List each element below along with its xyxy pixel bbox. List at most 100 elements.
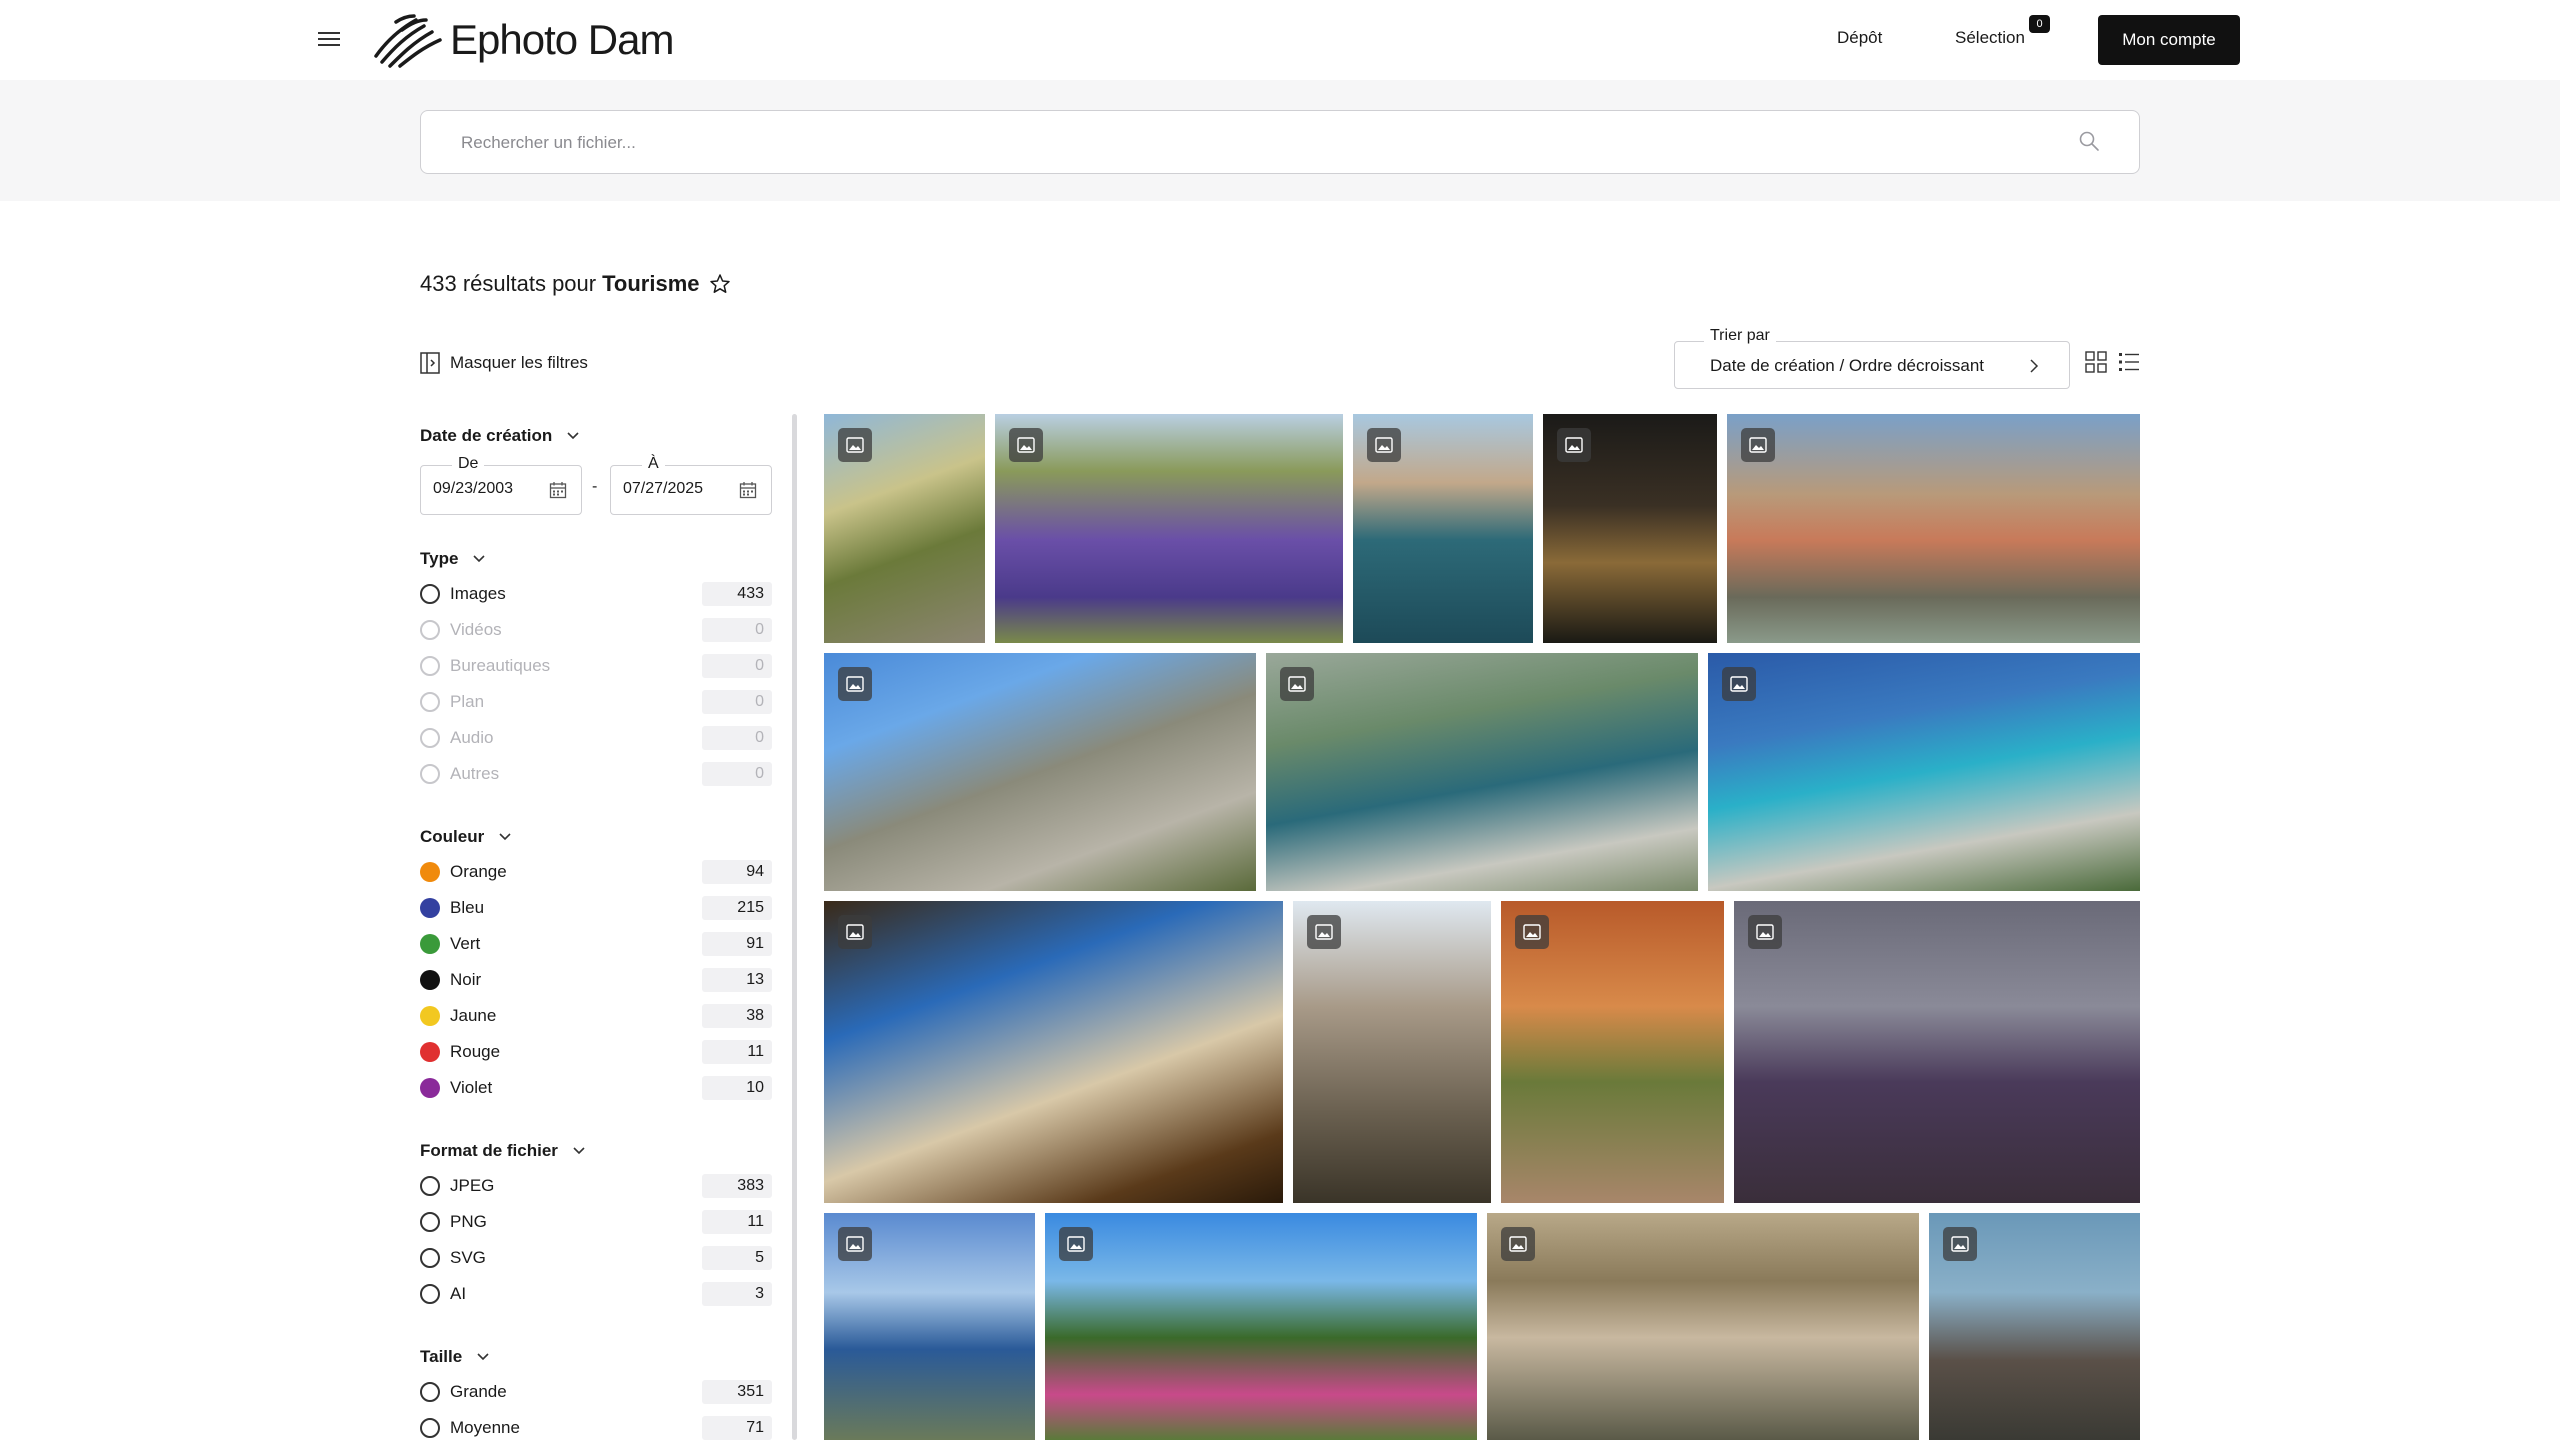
chevron-down-icon <box>477 1353 489 1361</box>
account-button[interactable]: Mon compte <box>2098 15 2240 65</box>
photo-hotel-facade-night[interactable] <box>1543 414 1717 643</box>
filter-type-option: Audio 0 <box>420 726 772 750</box>
filter-color-option[interactable]: Orange 94 <box>420 860 772 884</box>
filter-size-header[interactable]: Taille <box>420 1347 490 1367</box>
sort-value: Date de création / Ordre décroissant <box>1710 356 1985 375</box>
date-range-dash: - <box>592 478 598 495</box>
results-summary: 433 résultats pour Tourisme <box>420 271 732 297</box>
photo-palace-trees[interactable] <box>824 901 1283 1203</box>
filters-sidebar: Date de création De - À Type Images 433 V… <box>420 414 780 1440</box>
hamburger-menu-icon[interactable] <box>318 28 344 52</box>
color-swatch[interactable] <box>420 898 440 918</box>
filter-type-option: Plan 0 <box>420 690 772 714</box>
photo-harbor-aerial[interactable] <box>1353 414 1533 643</box>
filter-option-label: PNG <box>450 1212 487 1231</box>
filter-color-option[interactable]: Vert 91 <box>420 932 772 956</box>
image-icon <box>1557 428 1591 462</box>
filter-format-option[interactable]: JPEG 383 <box>420 1174 772 1198</box>
filter-color-option[interactable]: Noir 13 <box>420 968 772 992</box>
top-header: Ephoto Dam Dépôt Sélection 0 Mon compte <box>0 0 2560 80</box>
photo-sea-village[interactable] <box>824 1213 1035 1440</box>
color-swatch[interactable] <box>420 1078 440 1098</box>
image-icon <box>838 428 872 462</box>
image-icon <box>838 667 872 701</box>
filter-option-count: 10 <box>702 1076 772 1100</box>
photo-coastal-cliff[interactable] <box>824 653 1256 891</box>
filter-date-header[interactable]: Date de création <box>420 426 580 446</box>
filter-type-header[interactable]: Type <box>420 549 486 569</box>
photo-lavender-field[interactable] <box>995 414 1343 643</box>
photo-calanque-port[interactable] <box>1266 653 1698 891</box>
photo-beach-city[interactable] <box>1487 1213 1919 1440</box>
filter-option-label: Autres <box>450 764 500 783</box>
radio-button <box>420 728 440 748</box>
image-icon <box>1009 428 1043 462</box>
search-icon[interactable] <box>2077 129 2101 153</box>
photo-stone-alley-lantern[interactable] <box>1293 901 1491 1203</box>
photo-calanque-turquoise[interactable] <box>1708 653 2140 891</box>
photo-stone-path[interactable] <box>824 414 985 643</box>
date-from-input[interactable] <box>433 480 543 498</box>
color-swatch[interactable] <box>420 862 440 882</box>
filter-color-option[interactable]: Violet 10 <box>420 1076 772 1100</box>
filter-color-option[interactable]: Jaune 38 <box>420 1004 772 1028</box>
radio-button[interactable] <box>420 1418 440 1438</box>
filter-color-title: Couleur <box>420 827 485 846</box>
sort-select[interactable]: Date de création / Ordre décroissant <box>1674 341 2070 389</box>
date-from-field <box>420 465 582 515</box>
nav-depot-link[interactable]: Dépôt <box>1837 28 1882 48</box>
filter-size-option[interactable]: Moyenne 71 <box>420 1416 772 1440</box>
photo-church-tower[interactable] <box>1929 1213 2140 1440</box>
radio-button[interactable] <box>420 1248 440 1268</box>
calendar-icon[interactable] <box>549 481 567 499</box>
filter-option-label: Bureautiques <box>450 656 551 675</box>
chevron-down-icon <box>499 833 511 841</box>
photo-hill-village-flowers[interactable] <box>1045 1213 1477 1440</box>
filter-size-option[interactable]: Grande 351 <box>420 1380 772 1404</box>
results-query: Tourisme <box>602 271 700 296</box>
filter-type-option[interactable]: Images 433 <box>420 582 772 606</box>
hide-filters-button[interactable]: Masquer les filtres <box>420 352 588 374</box>
filter-format-option[interactable]: AI 3 <box>420 1282 772 1306</box>
image-icon <box>1741 428 1775 462</box>
search-box <box>420 110 2140 174</box>
photo-red-arch-street[interactable] <box>1501 901 1724 1203</box>
star-icon[interactable] <box>708 272 732 296</box>
filter-format-header[interactable]: Format de fichier <box>420 1141 586 1161</box>
radio-button[interactable] <box>420 1284 440 1304</box>
color-swatch[interactable] <box>420 1042 440 1062</box>
radio-button[interactable] <box>420 584 440 604</box>
photo-old-bridge-village[interactable] <box>1727 414 2140 643</box>
grid-view-icon[interactable] <box>2085 351 2107 373</box>
color-swatch[interactable] <box>420 1006 440 1026</box>
logo-waves-icon <box>374 14 442 68</box>
filter-type-title: Type <box>420 549 459 568</box>
filter-option-count: 71 <box>702 1416 772 1440</box>
filter-type-option: Bureautiques 0 <box>420 654 772 678</box>
logo[interactable]: Ephoto Dam <box>372 12 674 68</box>
sidebar-scrollbar[interactable] <box>792 414 797 1440</box>
image-icon <box>1515 915 1549 949</box>
list-view-icon[interactable] <box>2118 351 2140 373</box>
radio-button[interactable] <box>420 1212 440 1232</box>
calendar-icon[interactable] <box>739 481 757 499</box>
radio-button <box>420 656 440 676</box>
search-input[interactable] <box>461 129 2041 157</box>
radio-button <box>420 692 440 712</box>
date-from-label: De <box>452 455 485 473</box>
filter-option-label: Plan <box>450 692 485 711</box>
color-swatch[interactable] <box>420 934 440 954</box>
color-swatch[interactable] <box>420 970 440 990</box>
filter-option-count: 0 <box>702 690 772 714</box>
filter-color-option[interactable]: Rouge 11 <box>420 1040 772 1064</box>
filter-format-option[interactable]: SVG 5 <box>420 1246 772 1270</box>
radio-button[interactable] <box>420 1382 440 1402</box>
filter-format-option[interactable]: PNG 11 <box>420 1210 772 1234</box>
filter-option-count: 351 <box>702 1380 772 1404</box>
date-to-input[interactable] <box>623 480 733 498</box>
photo-lavender-dusk[interactable] <box>1734 901 2140 1203</box>
filter-color-option[interactable]: Bleu 215 <box>420 896 772 920</box>
nav-selection-link[interactable]: Sélection <box>1955 28 2025 48</box>
filter-color-header[interactable]: Couleur <box>420 827 512 847</box>
radio-button[interactable] <box>420 1176 440 1196</box>
